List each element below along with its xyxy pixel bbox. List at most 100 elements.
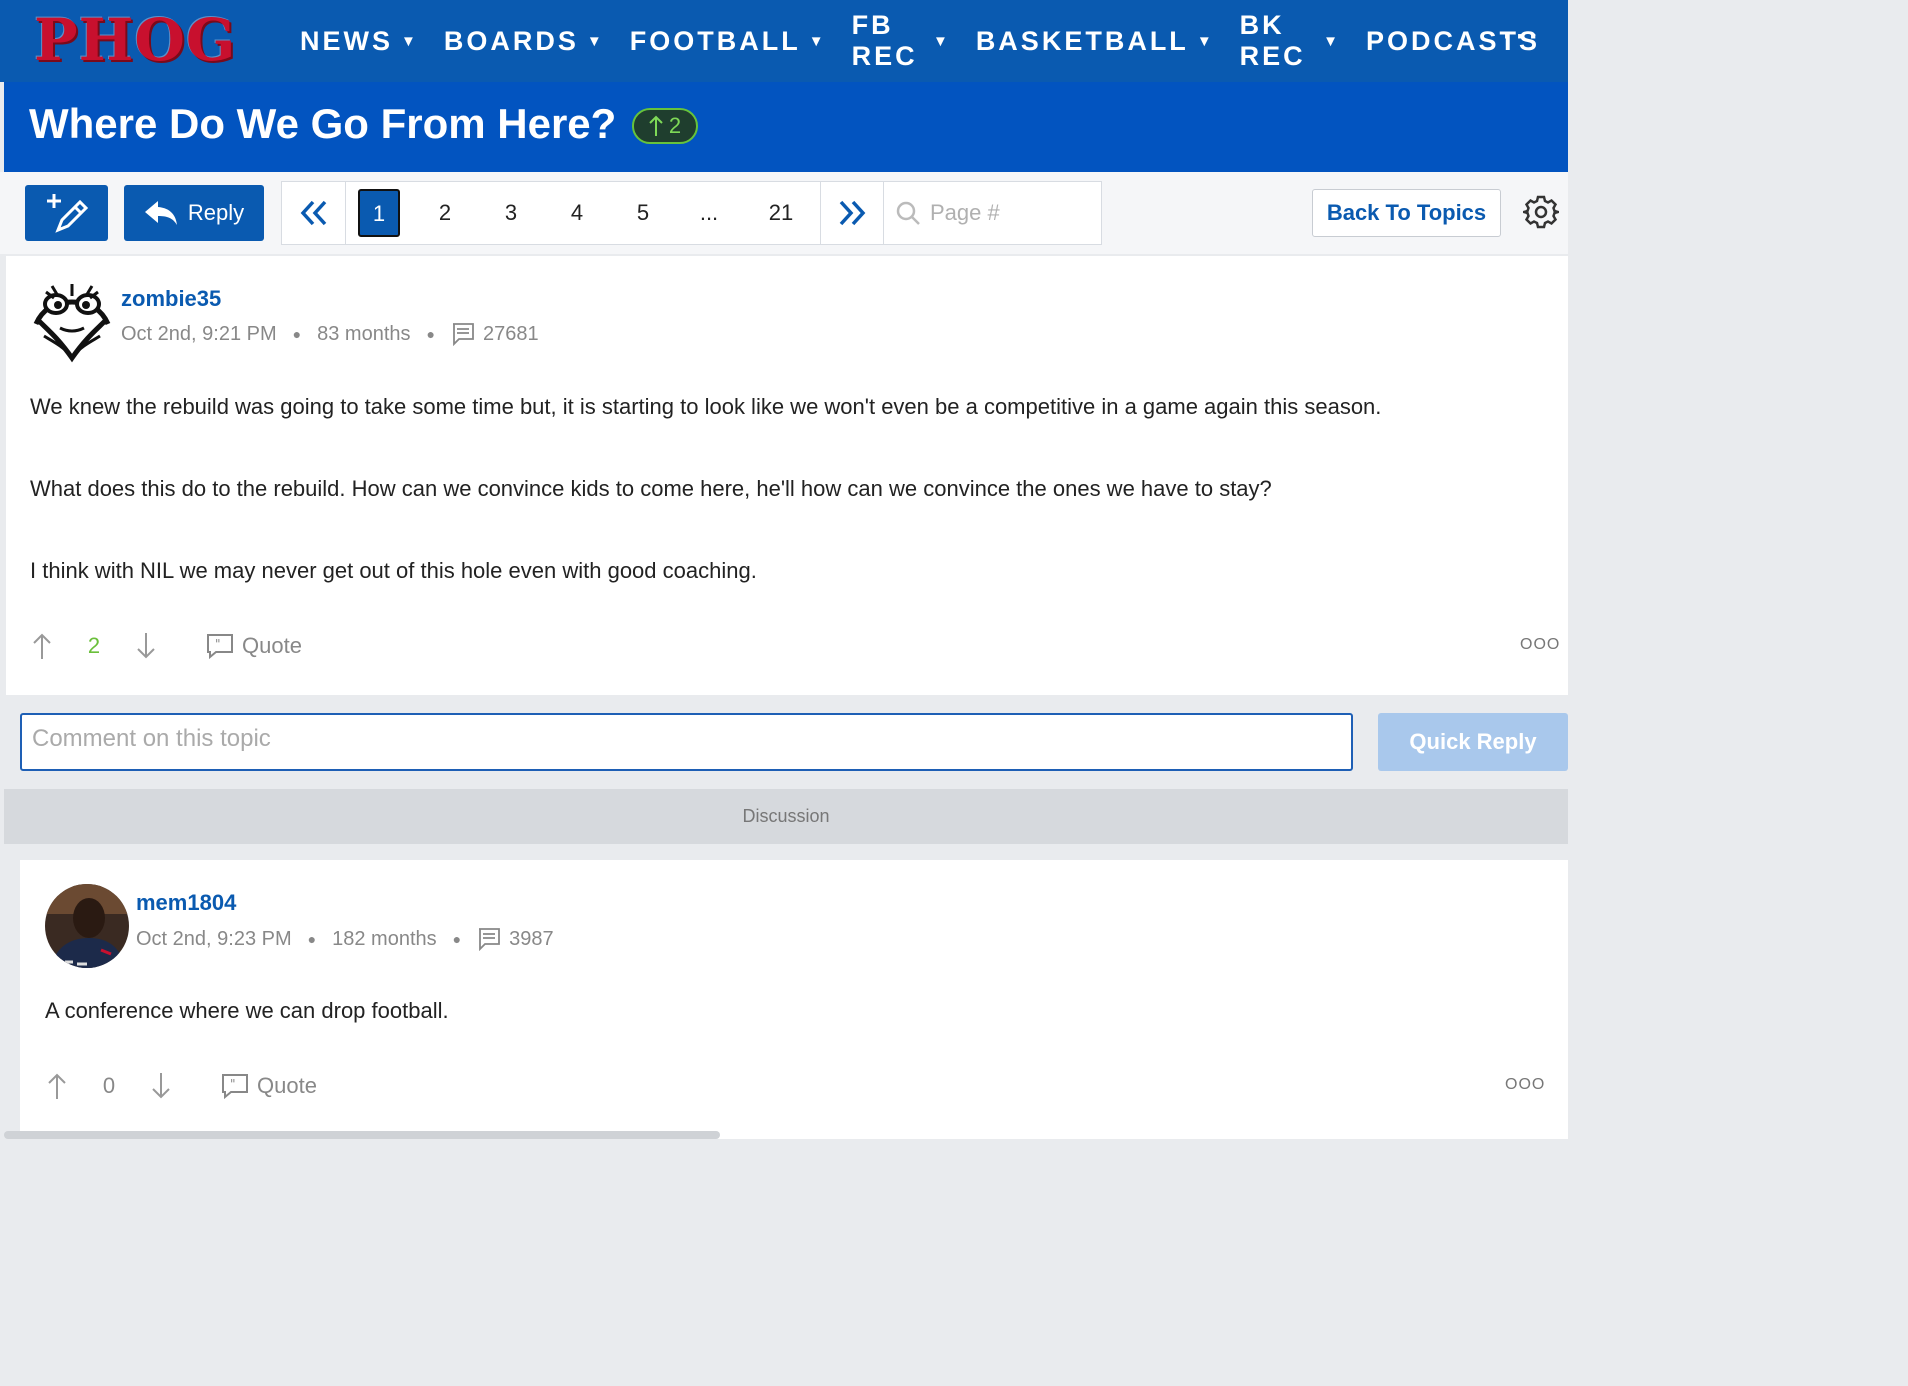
post-count: 27681 (451, 322, 539, 346)
reply-icon (144, 201, 177, 225)
post-meta: Oct 2nd, 9:23 PM ● 182 months ● 3987 (136, 927, 554, 951)
upvote-icon[interactable] (32, 632, 52, 660)
post-count-value: 3987 (509, 927, 554, 950)
quote-icon: " (222, 1074, 248, 1099)
double-chevron-right-icon (839, 200, 866, 226)
vote-count: 2 (87, 633, 101, 658)
topic-vote-count: 2 (668, 113, 682, 138)
page-number: 1 (358, 189, 400, 237)
chevron-down-icon: ▼ (401, 32, 416, 50)
page-5-button[interactable]: 5 (610, 200, 676, 226)
page-title: Where Do We Go From Here? (29, 100, 617, 147)
top-navigation: PHOG NEWS ▼ BOARDS ▼ FOOTBALL ▼ FB REC ▼ BAS… (0, 0, 1568, 82)
nav-item-news[interactable]: NEWS ▼ (300, 26, 416, 57)
topic-vote-badge: 2 (632, 108, 698, 144)
nav-item-football[interactable]: FOOTBALL ▼ (630, 26, 824, 57)
separator-dot: ● (307, 931, 317, 947)
quote-icon: " (207, 634, 233, 659)
nav-item-label: FB REC (851, 10, 918, 71)
post-author[interactable]: mem1804 (136, 890, 236, 916)
post-actions: 0 " Quote (47, 1072, 317, 1100)
quick-reply-bar: Quick Reply (6, 697, 1568, 787)
post-card: mem1804 Oct 2nd, 9:23 PM ● 182 months ● … (20, 860, 1568, 1139)
separator-dot: ● (426, 326, 435, 342)
page-3-button[interactable]: 3 (478, 200, 544, 226)
topic-toolbar: Reply 1 2 3 4 5 ... 21 Back To Topics (0, 172, 1568, 254)
more-menu-icon[interactable]: ··· (1503, 20, 1542, 54)
pagination: 1 2 3 4 5 ... 21 (281, 181, 1102, 245)
post-card: zombie35 Oct 2nd, 9:21 PM ● 83 months ● … (6, 256, 1568, 695)
post-date: Oct 2nd, 9:23 PM (136, 927, 292, 950)
horizontal-scrollbar[interactable] (4, 1131, 720, 1139)
page-search (884, 200, 1101, 226)
reply-button[interactable]: Reply (124, 185, 264, 241)
nav-item-label: NEWS (300, 25, 393, 56)
separator-dot: ● (452, 931, 462, 947)
arrow-up-icon (649, 115, 663, 136)
page-2-button[interactable]: 2 (412, 200, 478, 226)
chevron-down-icon: ▼ (1323, 32, 1338, 50)
double-chevron-left-icon (300, 200, 326, 226)
user-photo-image (45, 884, 129, 968)
page-ellipsis: ... (699, 200, 719, 225)
first-page-button[interactable] (282, 182, 346, 244)
nav-item-fb-rec[interactable]: FB REC ▼ (852, 10, 948, 72)
post-options-icon[interactable]: OOO (1505, 1076, 1545, 1094)
search-icon (896, 201, 920, 225)
post-actions: 2 " Quote (32, 632, 302, 660)
edit-plus-icon (46, 194, 88, 233)
svg-text:": " (230, 1077, 236, 1091)
nav-item-label: BK REC (1239, 10, 1306, 71)
downvote-icon[interactable] (136, 632, 156, 660)
nav-item-label: FOOTBALL (629, 25, 801, 56)
chevron-down-icon: ▼ (1196, 32, 1212, 50)
member-tenure: 83 months (317, 322, 411, 345)
post-paragraph: I think with NIL we may never get out of… (30, 558, 757, 583)
post-paragraph: We knew the rebuild was going to take so… (30, 394, 1382, 419)
nav-item-basketball[interactable]: BASKETBALL ▼ (976, 26, 1212, 57)
nav-item-boards[interactable]: BOARDS ▼ (444, 26, 602, 57)
page-1-button[interactable]: 1 (346, 189, 412, 237)
quick-reply-button[interactable]: Quick Reply (1378, 713, 1568, 771)
chevron-down-icon: ▼ (586, 32, 602, 50)
quote-label: Quote (257, 1073, 317, 1098)
nav-item-label: BASKETBALL (975, 25, 1189, 56)
member-tenure: 182 months (332, 927, 437, 950)
post-date: Oct 2nd, 9:21 PM (121, 322, 277, 345)
post-count: 3987 (477, 927, 554, 951)
post-count-value: 27681 (482, 322, 539, 345)
quote-button[interactable]: " Quote (206, 633, 302, 659)
avatar[interactable] (30, 280, 114, 364)
vote-count: 0 (102, 1073, 116, 1098)
post-meta: Oct 2nd, 9:21 PM ● 83 months ● 27681 (121, 322, 539, 346)
nav-menu: NEWS ▼ BOARDS ▼ FOOTBALL ▼ FB REC ▼ BASKETBA… (300, 0, 1568, 82)
jayhawk-avatar-image (33, 284, 111, 363)
discussion-divider: Discussion (4, 789, 1568, 844)
back-to-topics-button[interactable]: Back To Topics (1312, 189, 1501, 237)
new-topic-button[interactable] (25, 185, 108, 241)
page-number-input[interactable] (930, 200, 1070, 226)
upvote-icon[interactable] (47, 1072, 67, 1100)
quote-button[interactable]: " Quote (221, 1073, 317, 1099)
svg-text:": " (215, 637, 221, 651)
topic-header: Where Do We Go From Here? 2 (4, 82, 1568, 172)
page-4-button[interactable]: 4 (544, 200, 610, 226)
last-page-button[interactable] (820, 182, 884, 244)
nav-item-bk-rec[interactable]: BK REC ▼ (1240, 10, 1338, 72)
message-icon (479, 928, 500, 951)
chevron-down-icon: ▼ (932, 32, 948, 50)
chevron-down-icon: ▼ (808, 32, 824, 50)
page-21-button[interactable]: 21 (742, 200, 820, 226)
comment-input[interactable] (20, 713, 1353, 771)
downvote-icon[interactable] (151, 1072, 171, 1100)
reply-label: Reply (187, 200, 245, 225)
separator-dot: ● (292, 326, 302, 342)
post-paragraph: What does this do to the rebuild. How ca… (30, 476, 1272, 501)
post-author[interactable]: zombie35 (121, 286, 221, 312)
settings-gear-icon[interactable] (1519, 194, 1563, 235)
nav-item-label: BOARDS (443, 25, 579, 56)
site-logo[interactable]: PHOG (34, 6, 236, 74)
post-options-icon[interactable]: OOO (1520, 636, 1560, 654)
quote-label: Quote (242, 633, 302, 658)
avatar[interactable] (45, 884, 129, 968)
